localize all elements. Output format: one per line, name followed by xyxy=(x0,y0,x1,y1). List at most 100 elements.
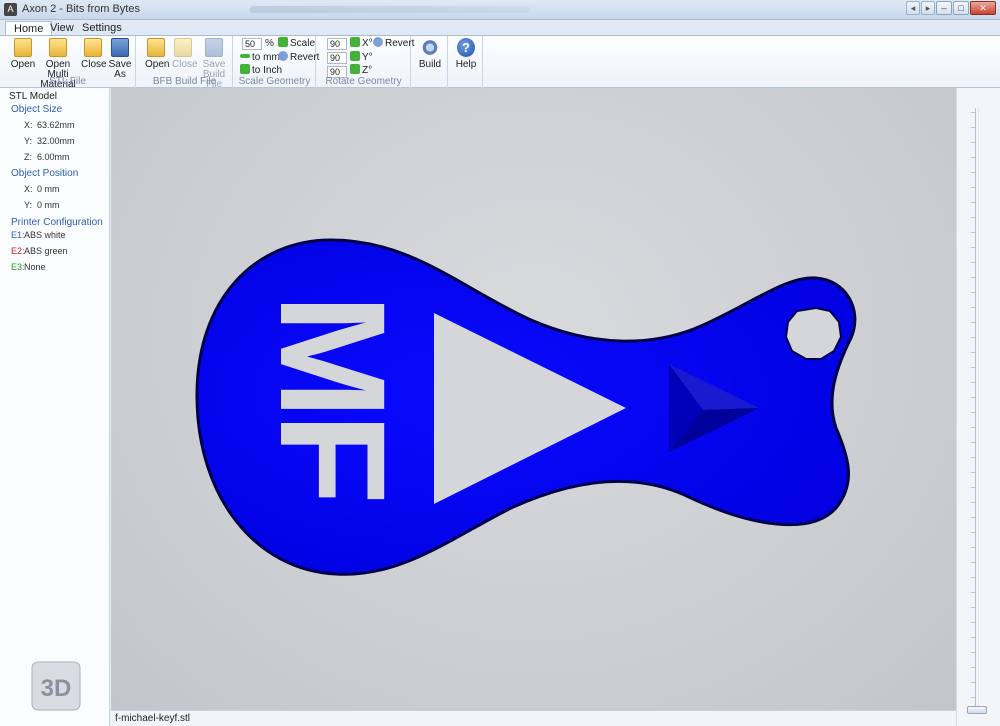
pos-x-label: X: xyxy=(24,184,33,194)
object-position-header: Object Position xyxy=(11,168,79,179)
e3-value[interactable]: None xyxy=(24,262,46,272)
help-button[interactable]: ? Help xyxy=(454,38,478,70)
minus-icon xyxy=(240,54,250,58)
pos-y-label: Y: xyxy=(24,200,33,210)
title-bar: A Axon 2 - Bits from Bytes ◂ ▸ – □ ✕ xyxy=(0,0,1000,20)
rotate-x-input[interactable]: 90 xyxy=(327,38,347,50)
group-help: ? Help xyxy=(449,36,483,88)
plus-icon xyxy=(240,64,250,74)
build-button[interactable]: Build xyxy=(418,38,442,70)
slider-tick xyxy=(971,262,975,263)
save-build-disk-icon xyxy=(205,38,223,57)
group-bfb-file: Open Close Save Build File BFB Build Fil… xyxy=(137,36,233,90)
save-as-button[interactable]: Save As xyxy=(108,38,132,80)
bfb-open-label: Open xyxy=(145,59,170,70)
slider-tick xyxy=(971,532,975,533)
bfb-close-label: Close xyxy=(172,59,198,70)
group-label-rotate: Rotate Geometry xyxy=(325,76,402,87)
rotate-x-arrow-icon xyxy=(350,37,360,47)
group-label-scale: Scale Geometry xyxy=(238,76,311,87)
e2-value[interactable]: ABS green xyxy=(24,246,68,256)
scale-label: Scale xyxy=(290,38,316,49)
slider-tick xyxy=(971,697,975,698)
percent-sign: % xyxy=(265,38,274,49)
slider-tick xyxy=(971,322,975,323)
app-icon[interactable]: A xyxy=(4,3,17,16)
slider-tick xyxy=(971,637,975,638)
slider-tick xyxy=(971,667,975,668)
close-folder-icon xyxy=(84,38,102,57)
bfb-open-button[interactable]: Open xyxy=(145,38,170,70)
scale-percent-input[interactable]: 50 xyxy=(242,38,262,50)
slider-tick xyxy=(971,352,975,353)
scale-revert-button[interactable]: Revert xyxy=(278,51,319,64)
size-y-label: Y: xyxy=(24,136,33,146)
rotate-z-arrow-icon xyxy=(350,64,360,74)
slider-tick xyxy=(971,202,975,203)
stl-close-label: Close xyxy=(81,59,107,70)
to-mm-button[interactable]: to mm xyxy=(240,51,280,64)
slider-tick xyxy=(971,157,975,158)
slider-tick xyxy=(971,397,975,398)
help-label: Help xyxy=(455,59,477,70)
slider-tick xyxy=(971,232,975,233)
slider-tick xyxy=(971,367,975,368)
extra-button-2[interactable]: ▸ xyxy=(921,1,935,15)
group-scale-geometry: 50 % Scale to mm Revert to Inch Scale Ge… xyxy=(234,36,319,88)
slider-tick xyxy=(971,472,975,473)
stl-close-button[interactable]: Close xyxy=(81,38,107,70)
slider-track[interactable] xyxy=(975,108,979,708)
size-z-label: Z: xyxy=(24,152,32,162)
slider-tick xyxy=(971,502,975,503)
slider-tick xyxy=(971,187,975,188)
rotate-y-input[interactable]: 90 xyxy=(327,52,347,64)
revert-icon xyxy=(278,51,288,61)
logo-text: 3D xyxy=(41,675,72,702)
slider-tick xyxy=(971,217,975,218)
e3-label: E3: xyxy=(11,262,25,272)
minimize-button[interactable]: – xyxy=(936,1,952,15)
open-multi-folder-icon xyxy=(49,38,67,57)
slider-tick xyxy=(971,592,975,593)
slider-thumb[interactable] xyxy=(967,706,987,714)
extra-button[interactable]: ◂ xyxy=(906,1,920,15)
layer-slider[interactable] xyxy=(956,88,1000,726)
rotate-revert-button[interactable]: Revert xyxy=(373,37,414,50)
keyfob-model[interactable]: MF xyxy=(111,88,956,710)
blurred-path xyxy=(250,6,530,13)
slider-tick xyxy=(971,547,975,548)
rotate-x-button[interactable]: X° xyxy=(350,37,373,50)
group-label-stl: STL File xyxy=(49,76,86,87)
slider-tick xyxy=(971,577,975,578)
scale-button[interactable]: Scale xyxy=(278,37,315,50)
status-bar: f-michael-keyf.stl xyxy=(111,710,956,726)
stl-open-button[interactable]: Open xyxy=(9,38,37,70)
rotate-revert-icon xyxy=(373,37,383,47)
slider-tick xyxy=(971,412,975,413)
close-window-button[interactable]: ✕ xyxy=(970,1,996,15)
e2-label: E2: xyxy=(11,246,25,256)
e1-value[interactable]: ABS white xyxy=(24,230,66,240)
open-folder-icon xyxy=(14,38,32,57)
ribbon: Open Open Multi Material Close Save As S… xyxy=(0,35,1000,90)
tab-settings[interactable]: Settings xyxy=(74,21,130,36)
bfb-close-button[interactable]: Close xyxy=(172,38,198,70)
window-controls: ◂ ▸ – □ ✕ xyxy=(906,1,996,15)
help-icon: ? xyxy=(457,38,475,57)
slider-tick xyxy=(971,337,975,338)
3d-viewport[interactable]: MF xyxy=(111,88,956,710)
mf-letters: MF xyxy=(249,294,417,500)
rotate-y-label: Y° xyxy=(362,52,373,63)
slider-tick xyxy=(971,607,975,608)
rotate-y-button[interactable]: Y° xyxy=(350,51,373,64)
maximize-button[interactable]: □ xyxy=(953,1,969,15)
keyring-hole xyxy=(784,306,843,360)
slider-tick xyxy=(971,652,975,653)
rotate-revert-label: Revert xyxy=(385,38,415,49)
build-label: Build xyxy=(418,59,442,70)
slider-tick xyxy=(971,457,975,458)
slider-tick xyxy=(971,427,975,428)
slider-tick xyxy=(971,682,975,683)
slider-tick xyxy=(971,382,975,383)
group-build: Build xyxy=(412,36,448,88)
